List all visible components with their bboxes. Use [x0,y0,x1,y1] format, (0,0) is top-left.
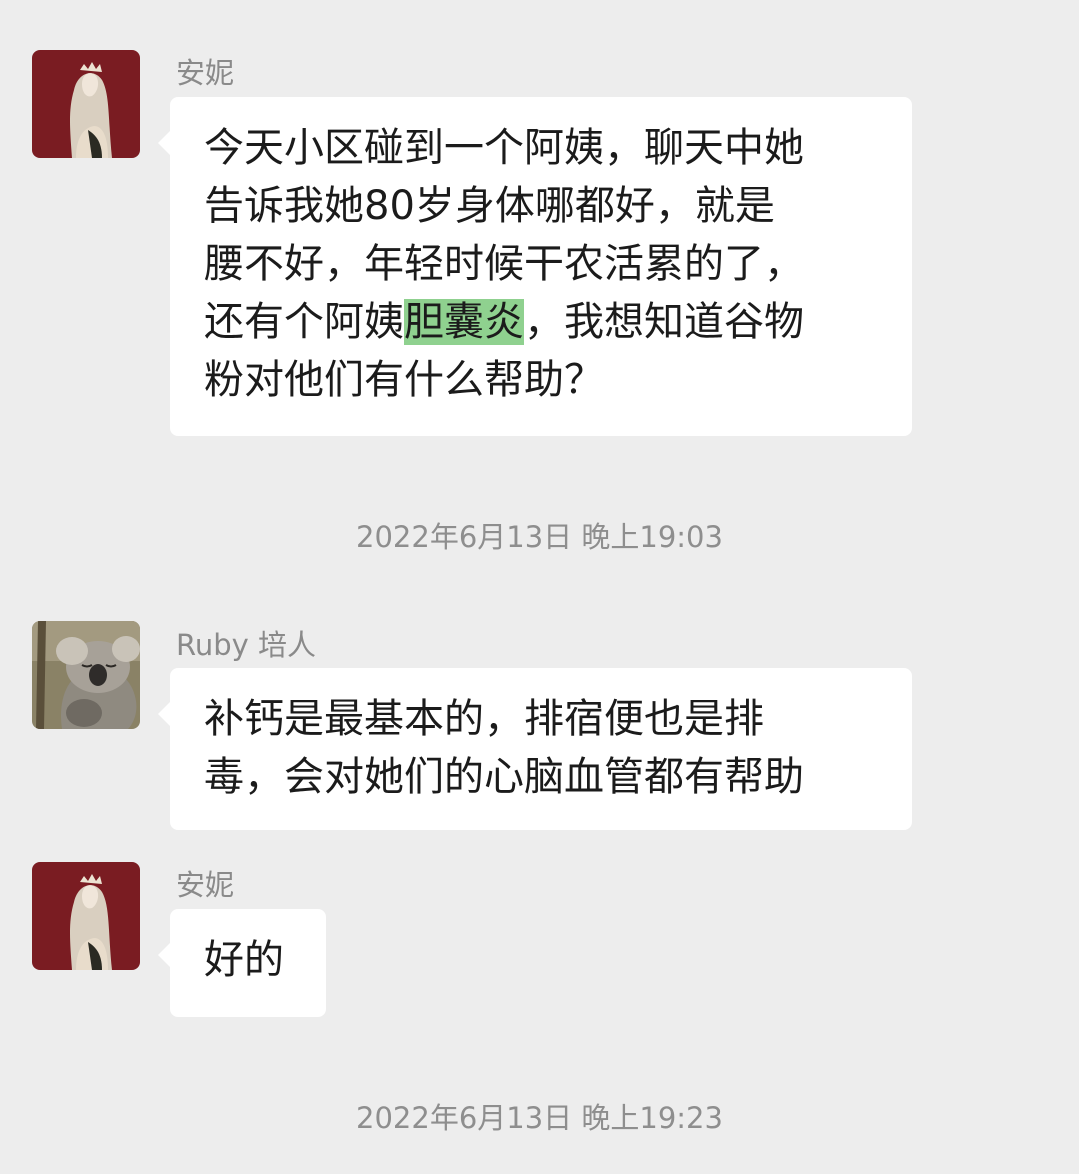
message-line: 粉对他们有什么帮助？ [204,357,604,403]
message-line: 毒，会对她们的心脑血管都有帮助 [204,754,804,800]
message-line: 好的 [204,937,284,983]
sender-name: 安妮 [176,56,235,90]
avatar-koala-icon [32,621,140,729]
highlighted-text: 胆囊炎 [404,299,524,345]
message-line: 今天小区碰到一个阿姨，聊天中她 [204,125,804,171]
avatar-ruby[interactable] [32,621,140,729]
avatar-annie-icon [32,50,140,158]
timestamp: 2022年6月13日 晚上19:23 [356,1101,723,1135]
message-bubble[interactable]: 补钙是最基本的，排宿便也是排 毒，会对她们的心脑血管都有帮助 [158,668,912,830]
message-bubble[interactable]: 好的 [158,909,326,1017]
message-line: 补钙是最基本的，排宿便也是排 [204,696,764,742]
message-text: 还有个阿姨 [204,299,404,345]
message-line: 还有个阿姨胆囊炎，我想知道谷物 [204,293,882,351]
message-line: 腰不好，年轻时候干农活累的了， [204,241,804,287]
timestamp: 2022年6月13日 晚上19:03 [356,520,723,554]
message-bubble[interactable]: 今天小区碰到一个阿姨，聊天中她 告诉我她80岁身体哪都好，就是 腰不好，年轻时候… [158,97,912,436]
sender-name: Ruby 培人 [176,628,317,662]
avatar-annie-icon [32,862,140,970]
message-line: 告诉我她80岁身体哪都好，就是 [204,183,775,229]
message-text: ，我想知道谷物 [524,299,804,345]
avatar-annie[interactable] [32,862,140,970]
sender-name: 安妮 [176,868,235,902]
avatar-annie[interactable] [32,50,140,158]
